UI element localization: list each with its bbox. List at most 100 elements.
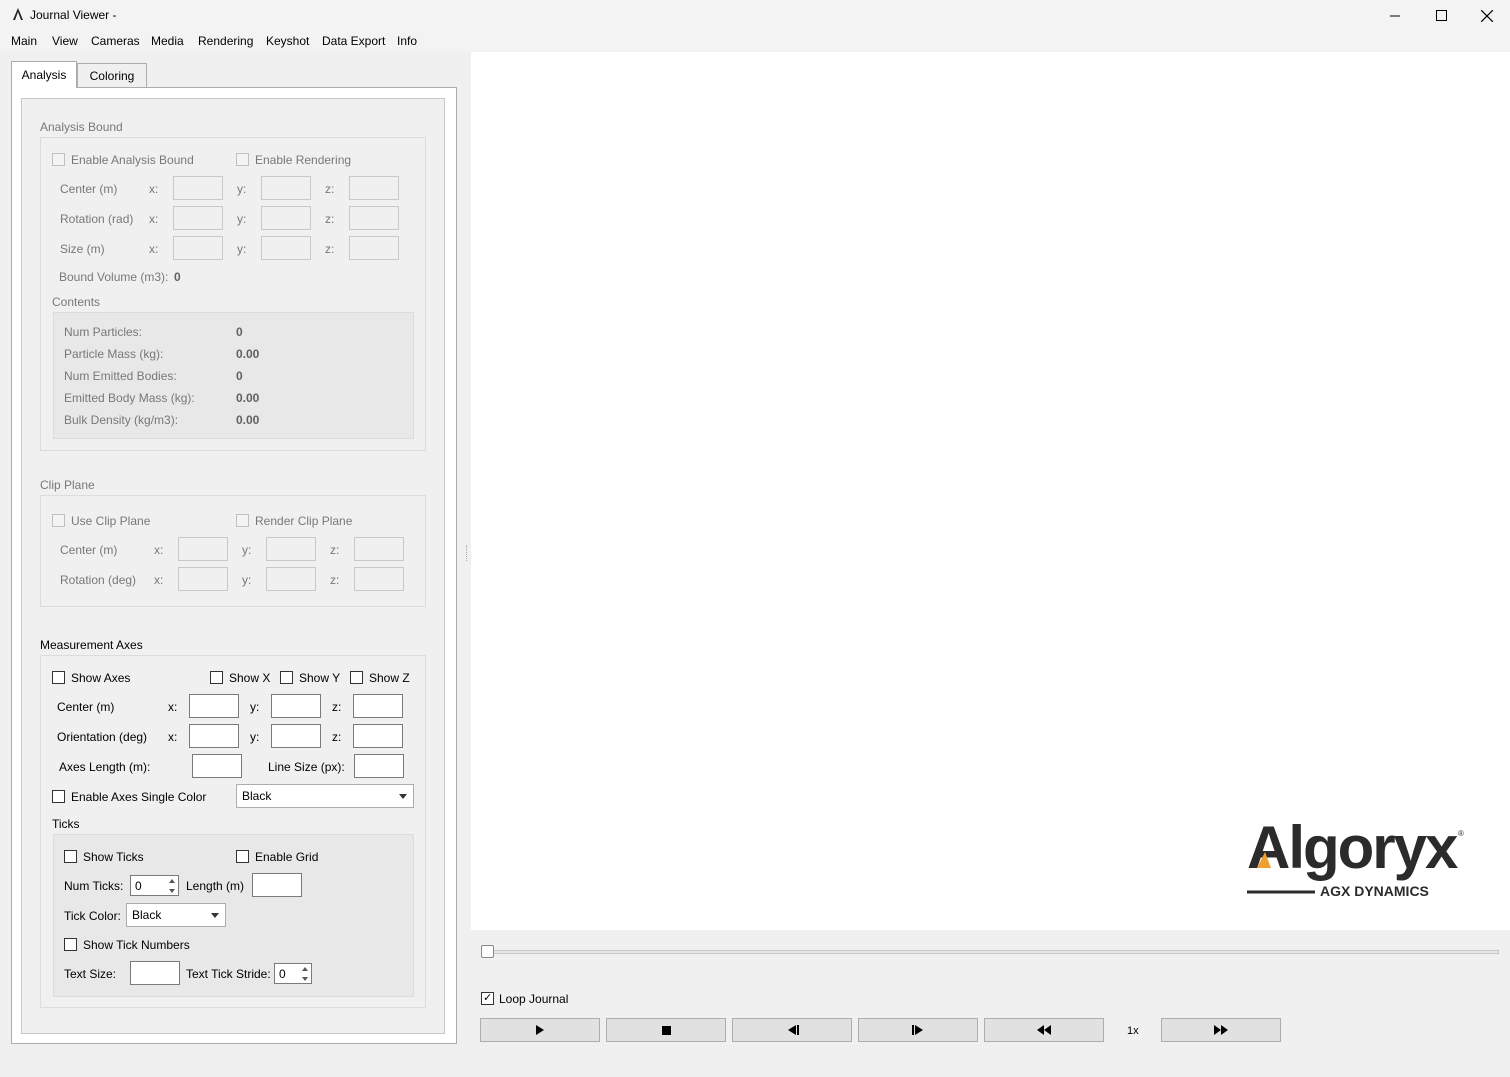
splitter-handle[interactable] bbox=[466, 545, 468, 561]
step-back-icon bbox=[787, 1025, 799, 1035]
tick-length-input[interactable] bbox=[252, 873, 302, 897]
axes-color-value: Black bbox=[242, 789, 272, 803]
spin-up-icon[interactable] bbox=[299, 964, 311, 973]
menu-main[interactable]: Main bbox=[11, 34, 37, 48]
timeline-track[interactable] bbox=[483, 950, 1499, 954]
rewind-button[interactable] bbox=[984, 1018, 1104, 1042]
fast-forward-button[interactable] bbox=[1161, 1018, 1281, 1042]
line-size-label: Line Size (px): bbox=[268, 760, 345, 774]
ab-center-label: Center (m) bbox=[60, 182, 118, 196]
cp-rotation-x-input[interactable] bbox=[178, 567, 228, 591]
ab-rotation-x-input[interactable] bbox=[173, 206, 223, 230]
show-tick-numbers-label: Show Tick Numbers bbox=[83, 938, 190, 952]
menu-data-export[interactable]: Data Export bbox=[322, 34, 385, 48]
render-clip-plane-checkbox[interactable] bbox=[236, 514, 249, 527]
spin-down-icon[interactable] bbox=[166, 886, 178, 895]
spin-up-icon[interactable] bbox=[166, 876, 178, 885]
tab-analysis[interactable]: Analysis bbox=[11, 61, 77, 88]
menu-info[interactable]: Info bbox=[397, 34, 417, 48]
axis-z-label: z: bbox=[325, 242, 335, 256]
ma-orientation-z-input[interactable] bbox=[353, 724, 403, 748]
tick-length-label: Length (m) bbox=[186, 879, 245, 893]
maximize-icon bbox=[1435, 10, 1447, 21]
num-ticks-spinbox[interactable]: 0 bbox=[130, 875, 179, 896]
axes-length-label: Axes Length (m): bbox=[59, 760, 151, 774]
close-button[interactable] bbox=[1464, 0, 1510, 31]
show-axes-checkbox[interactable] bbox=[52, 671, 65, 684]
cp-center-x-input[interactable] bbox=[178, 537, 228, 561]
tab-coloring[interactable]: Coloring bbox=[77, 63, 147, 87]
use-clip-plane-checkbox[interactable] bbox=[52, 514, 65, 527]
show-y-label: Show Y bbox=[299, 671, 341, 685]
enable-rendering-checkbox[interactable] bbox=[236, 153, 249, 166]
stop-icon bbox=[661, 1025, 671, 1035]
bulk-density-value: 0.00 bbox=[236, 413, 260, 427]
show-tick-numbers-checkbox[interactable] bbox=[64, 938, 77, 951]
axes-color-select[interactable]: Black bbox=[236, 784, 414, 808]
text-tick-stride-spinbox[interactable]: 0 bbox=[274, 963, 312, 984]
enable-grid-checkbox[interactable] bbox=[236, 850, 249, 863]
svg-text:®: ® bbox=[1458, 829, 1464, 838]
ma-orientation-y-input[interactable] bbox=[271, 724, 321, 748]
cp-center-y-input[interactable] bbox=[266, 537, 316, 561]
ma-center-label: Center (m) bbox=[57, 700, 115, 714]
ma-orientation-label: Orientation (deg) bbox=[57, 730, 148, 744]
axes-length-input[interactable] bbox=[192, 754, 242, 778]
menu-view[interactable]: View bbox=[52, 34, 78, 48]
ab-center-x-input[interactable] bbox=[173, 176, 223, 200]
enable-rendering-label: Enable Rendering bbox=[255, 153, 352, 167]
bound-volume-value: 0 bbox=[174, 270, 181, 284]
cp-center-z-input[interactable] bbox=[354, 537, 404, 561]
line-size-input[interactable] bbox=[354, 754, 404, 778]
ma-center-y-input[interactable] bbox=[271, 694, 321, 718]
show-z-checkbox[interactable] bbox=[350, 671, 363, 684]
minimize-button[interactable] bbox=[1372, 0, 1418, 31]
ab-rotation-z-input[interactable] bbox=[349, 206, 399, 230]
maximize-button[interactable] bbox=[1418, 0, 1464, 31]
text-size-input[interactable] bbox=[130, 961, 180, 985]
play-button[interactable] bbox=[480, 1018, 600, 1042]
particle-mass-value: 0.00 bbox=[236, 347, 260, 361]
menu-cameras[interactable]: Cameras bbox=[91, 34, 140, 48]
stop-button[interactable] bbox=[606, 1018, 726, 1042]
show-y-checkbox[interactable] bbox=[280, 671, 293, 684]
step-back-button[interactable] bbox=[732, 1018, 852, 1042]
tick-color-label: Tick Color: bbox=[64, 909, 121, 923]
window-title: Journal Viewer - bbox=[30, 8, 117, 22]
axis-z-label: z: bbox=[332, 730, 342, 744]
ab-size-x-input[interactable] bbox=[173, 236, 223, 260]
tick-color-select[interactable]: Black bbox=[126, 903, 226, 927]
ma-center-x-input[interactable] bbox=[189, 694, 239, 718]
menu-media[interactable]: Media bbox=[151, 34, 184, 48]
ab-size-z-input[interactable] bbox=[349, 236, 399, 260]
ab-center-y-input[interactable] bbox=[261, 176, 311, 200]
title-bar: Journal Viewer - bbox=[0, 0, 1510, 31]
axis-y-label: y: bbox=[242, 543, 252, 557]
timeline-slider-handle[interactable] bbox=[481, 945, 494, 958]
axes-single-color-checkbox[interactable] bbox=[52, 790, 65, 803]
menu-keyshot[interactable]: Keyshot bbox=[266, 34, 309, 48]
show-ticks-checkbox[interactable] bbox=[64, 850, 77, 863]
ab-size-y-input[interactable] bbox=[261, 236, 311, 260]
svg-text:AGX DYNAMICS: AGX DYNAMICS bbox=[1320, 883, 1429, 899]
ma-center-z-input[interactable] bbox=[353, 694, 403, 718]
menu-rendering[interactable]: Rendering bbox=[198, 34, 253, 48]
ab-rotation-y-input[interactable] bbox=[261, 206, 311, 230]
measurement-axes-title: Measurement Axes bbox=[40, 638, 143, 652]
loop-journal-checkbox[interactable] bbox=[481, 991, 494, 1005]
bulk-density-label: Bulk Density (kg/m3): bbox=[64, 413, 179, 427]
render-viewport[interactable]: Algoryx ® AGX DYNAMICS bbox=[471, 52, 1510, 930]
axis-z-label: z: bbox=[330, 543, 340, 557]
algoryx-logo: Algoryx ® AGX DYNAMICS bbox=[1247, 812, 1467, 902]
step-forward-button[interactable] bbox=[858, 1018, 978, 1042]
spin-down-icon[interactable] bbox=[299, 974, 311, 983]
axis-x-label: x: bbox=[154, 573, 164, 587]
cp-rotation-y-input[interactable] bbox=[266, 567, 316, 591]
app-logo-icon bbox=[13, 8, 23, 20]
ab-center-z-input[interactable] bbox=[349, 176, 399, 200]
ma-orientation-x-input[interactable] bbox=[189, 724, 239, 748]
show-x-checkbox[interactable] bbox=[210, 671, 223, 684]
text-tick-stride-label: Text Tick Stride: bbox=[186, 967, 271, 981]
enable-analysis-bound-checkbox[interactable] bbox=[52, 153, 65, 166]
cp-rotation-z-input[interactable] bbox=[354, 567, 404, 591]
